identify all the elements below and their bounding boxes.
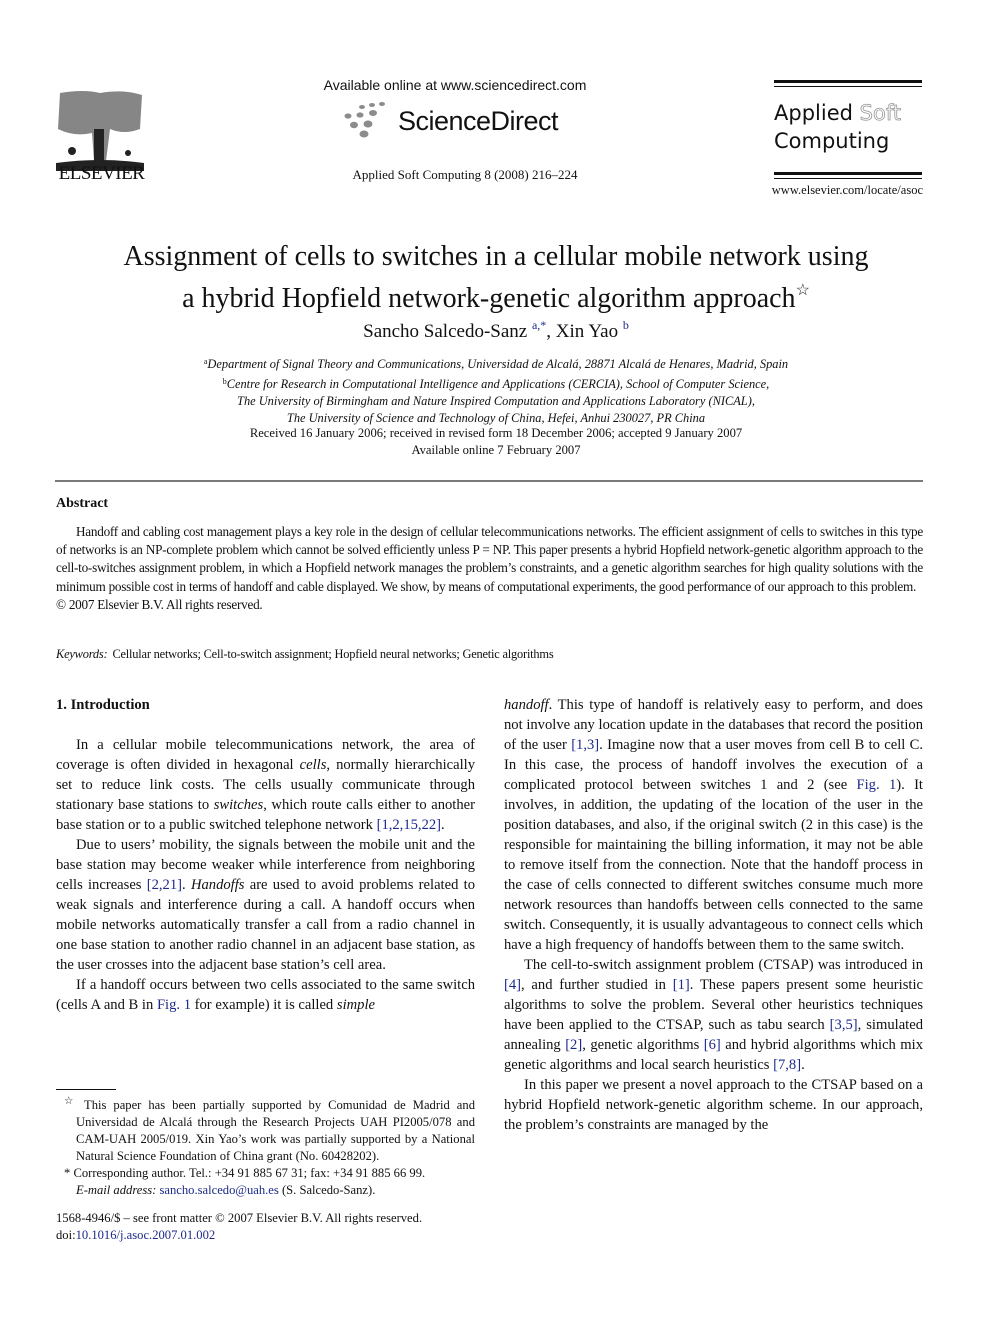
available-online-date: Available online 7 February 2007 bbox=[411, 443, 581, 457]
funding-footnote: ☆ This paper has been partially supporte… bbox=[64, 1096, 475, 1164]
journal-logo-applied: Applied bbox=[774, 101, 853, 125]
figure-link[interactable]: Fig. 1 bbox=[857, 777, 897, 793]
journal-logo-rule bbox=[774, 172, 922, 175]
journal-logo-rule bbox=[774, 178, 922, 179]
title-line-2: a hybrid Hopfield network-genetic algori… bbox=[182, 283, 796, 314]
corresponding-author-footnote: * Corresponding author. Tel.: +34 91 885… bbox=[64, 1166, 426, 1198]
citation-link[interactable]: [2,21] bbox=[147, 877, 182, 893]
footnotes: ☆ This paper has been partially supporte… bbox=[56, 1093, 475, 1199]
keywords-list: Cellular networks; Cell-to-switch assign… bbox=[112, 647, 554, 661]
citation-link[interactable]: [1,3] bbox=[571, 737, 599, 753]
author-affiliation-link[interactable]: b bbox=[623, 318, 629, 332]
journal-reference: Applied Soft Computing 8 (2008) 216–224 bbox=[352, 167, 578, 182]
citation-link[interactable]: [6] bbox=[704, 1037, 721, 1053]
paragraph: If a handoff occurs between two cells as… bbox=[56, 977, 475, 1013]
journal-logo-soft: Soft bbox=[859, 101, 902, 126]
elsevier-wordmark: ELSEVIER bbox=[58, 163, 145, 184]
front-matter: 1568-4946/$ – see front matter © 2007 El… bbox=[56, 1210, 475, 1244]
left-column: 1. Introduction In a cellular mobile tel… bbox=[56, 695, 475, 1015]
article-dates: Received 16 January 2006; received in re… bbox=[60, 425, 932, 459]
footnote-rule bbox=[56, 1089, 116, 1090]
citation-link[interactable]: [7,8] bbox=[773, 1057, 801, 1073]
paragraph: In this paper we present a novel approac… bbox=[504, 1077, 923, 1133]
journal-logo-rule bbox=[774, 80, 922, 83]
citation-link[interactable]: [3,5] bbox=[830, 1017, 858, 1033]
title-line-1: Assignment of cells to switches in a cel… bbox=[123, 241, 869, 272]
journal-logo-rule bbox=[774, 86, 922, 87]
affiliation-line: aDepartment of Signal Theory and Communi… bbox=[203, 357, 789, 371]
author-list: Sancho Salcedo-Sanz a,*, Xin Yao b bbox=[60, 318, 932, 343]
paragraph: The cell-to-switch assignment problem (C… bbox=[504, 957, 924, 1073]
doi-link[interactable]: 10.1016/j.asoc.2007.01.002 bbox=[76, 1228, 216, 1242]
citation-link[interactable]: [2] bbox=[565, 1037, 582, 1053]
received-dates: Received 16 January 2006; received in re… bbox=[249, 426, 743, 440]
footnote-star-icon: ☆ bbox=[64, 1096, 78, 1107]
doi-line: doi:10.1016/j.asoc.2007.01.002 bbox=[56, 1228, 216, 1242]
paragraph: handoff. This type of handoff is relativ… bbox=[504, 697, 923, 953]
email-link[interactable]: sancho.salcedo@uah.es bbox=[160, 1183, 279, 1197]
paragraph: Due to users’ mobility, the signals betw… bbox=[56, 837, 475, 973]
figure-link[interactable]: Fig. 1 bbox=[157, 997, 191, 1013]
sciencedirect-wordmark: ScienceDirect bbox=[398, 106, 559, 136]
abstract-copyright: © 2007 Elsevier B.V. All rights reserved… bbox=[56, 596, 263, 612]
affiliations: aDepartment of Signal Theory and Communi… bbox=[60, 353, 932, 427]
abstract-text: Handoff and cabling cost management play… bbox=[56, 524, 923, 594]
available-online-text[interactable]: Available online at www.sciencedirect.co… bbox=[300, 77, 610, 93]
abstract-body: Handoff and cabling cost management play… bbox=[56, 523, 923, 614]
section-divider bbox=[55, 480, 923, 482]
citation-link[interactable]: [1,2,15,22] bbox=[377, 817, 441, 833]
citation-link[interactable]: [4] bbox=[504, 977, 521, 993]
paragraph: In a cellular mobile telecommunications … bbox=[56, 737, 475, 833]
author-name: Xin Yao bbox=[555, 321, 619, 342]
citation-link[interactable]: [1] bbox=[673, 977, 690, 993]
title-footnote-star-icon[interactable]: ☆ bbox=[796, 282, 810, 299]
author-separator: , bbox=[546, 321, 556, 342]
journal-url-link[interactable]: www.elsevier.com/locate/asoc bbox=[740, 183, 923, 198]
section-heading-introduction: 1. Introduction bbox=[56, 697, 150, 713]
author-affiliation-link[interactable]: a,* bbox=[532, 318, 546, 332]
article-title: Assignment of cells to switches in a cel… bbox=[60, 240, 932, 316]
keywords-label: Keywords: bbox=[56, 647, 108, 661]
issn-copyright: 1568-4946/$ – see front matter © 2007 El… bbox=[56, 1211, 423, 1225]
journal-logo-computing: Computing bbox=[774, 129, 890, 153]
author-name: Sancho Salcedo-Sanz bbox=[363, 321, 528, 342]
affiliation-line: bCentre for Research in Computational In… bbox=[222, 377, 770, 391]
abstract-heading: Abstract bbox=[56, 496, 109, 511]
keywords: Keywords: Cellular networks; Cell-to-swit… bbox=[56, 647, 554, 662]
journal-logo-line1: Applied Soft bbox=[774, 101, 902, 126]
affiliation-line: The University of Birmingham and Nature … bbox=[237, 394, 755, 408]
right-column: handoff. This type of handoff is relativ… bbox=[504, 695, 923, 1135]
